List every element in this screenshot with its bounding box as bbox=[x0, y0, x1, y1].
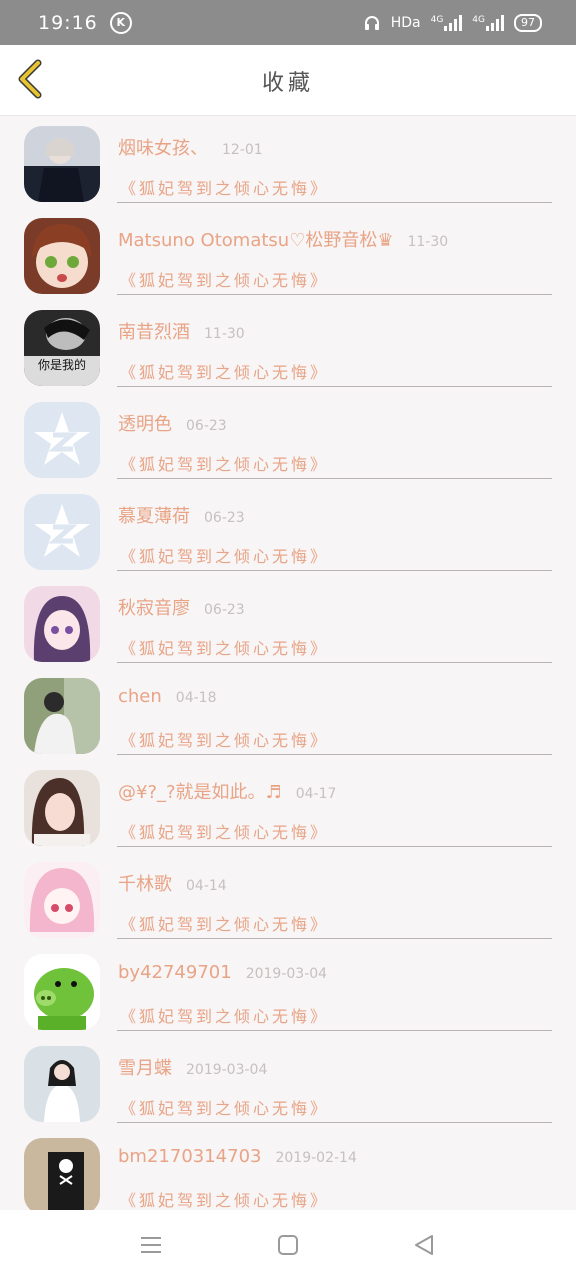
book-title: 《狐妃驾到之倾心无悔》 bbox=[120, 271, 330, 290]
divider bbox=[117, 478, 552, 479]
book-title: 《狐妃驾到之倾心无悔》 bbox=[120, 731, 330, 750]
list-item[interactable]: 透明色 06-23 《狐妃驾到之倾心无悔》 bbox=[0, 392, 576, 484]
qq-default-icon bbox=[24, 494, 100, 570]
list-item[interactable]: 千林歌 04-14 《狐妃驾到之倾心无悔》 bbox=[0, 852, 576, 944]
signal-2-icon: 4G bbox=[472, 14, 504, 31]
user-name: by42749701 bbox=[118, 962, 232, 983]
list-item[interactable]: 你是我的 南昔烈酒 11-30 《狐妃驾到之倾心无悔》 bbox=[0, 300, 576, 392]
item-date: 04-18 bbox=[175, 690, 217, 706]
avatar bbox=[24, 126, 100, 202]
list-item[interactable]: Matsuno Otomatsu♡松野音松♛ 11-30 《狐妃驾到之倾心无悔》 bbox=[0, 208, 576, 300]
list-item[interactable]: 秋寂音廖 06-23 《狐妃驾到之倾心无悔》 bbox=[0, 576, 576, 668]
avatar bbox=[24, 218, 100, 294]
avatar: 你是我的 bbox=[24, 310, 100, 386]
avatar bbox=[24, 678, 100, 754]
divider bbox=[117, 202, 552, 203]
list-item[interactable]: @¥?_?就是如此。♬ 04-17 《狐妃驾到之倾心无悔》 bbox=[0, 760, 576, 852]
user-name: 南昔烈酒 bbox=[118, 322, 190, 343]
k-badge-icon: K bbox=[109, 11, 132, 34]
hd-indicator: HDa bbox=[390, 14, 421, 31]
item-date: 04-17 bbox=[295, 786, 337, 802]
signal-1-icon: 4G bbox=[430, 14, 463, 31]
user-name: 千林歌 bbox=[118, 874, 172, 895]
avatar bbox=[24, 494, 100, 570]
list-item[interactable]: 烟味女孩、 12-01 《狐妃驾到之倾心无悔》 bbox=[0, 116, 576, 208]
item-date: 11-30 bbox=[204, 326, 245, 342]
avatar bbox=[24, 1046, 100, 1122]
item-date: 06-23 bbox=[204, 602, 245, 618]
divider bbox=[117, 846, 552, 847]
divider bbox=[117, 1122, 552, 1123]
page-title: 收藏 bbox=[261, 71, 314, 96]
book-title: 《狐妃驾到之倾心无悔》 bbox=[120, 455, 330, 474]
avatar bbox=[24, 862, 100, 938]
item-date: 11-30 bbox=[407, 234, 449, 250]
divider bbox=[117, 754, 552, 755]
back-nav-button[interactable] bbox=[411, 1232, 437, 1258]
divider bbox=[117, 1030, 552, 1031]
triangle-back-icon bbox=[415, 1235, 433, 1255]
navigation-bar bbox=[0, 1210, 576, 1280]
user-name: 慕夏薄荷 bbox=[118, 506, 190, 527]
home-button[interactable] bbox=[275, 1232, 301, 1258]
user-name: 透明色 bbox=[118, 414, 172, 435]
list-item[interactable]: 雪月蝶 2019-03-04 《狐妃驾到之倾心无悔》 bbox=[0, 1036, 576, 1128]
user-name: 烟味女孩、 bbox=[118, 138, 208, 159]
divider bbox=[117, 570, 552, 571]
item-date: 2019-02-14 bbox=[275, 1150, 357, 1166]
item-date: 2019-03-04 bbox=[245, 966, 328, 982]
user-name: 雪月蝶 bbox=[118, 1058, 172, 1079]
book-title: 《狐妃驾到之倾心无悔》 bbox=[120, 363, 330, 382]
qq-default-icon bbox=[24, 402, 100, 478]
status-time: 19:16 bbox=[38, 11, 98, 34]
item-date: 04-14 bbox=[186, 878, 227, 894]
list-item[interactable]: 慕夏薄荷 06-23 《狐妃驾到之倾心无悔》 bbox=[0, 484, 576, 576]
divider bbox=[117, 938, 552, 939]
favorites-list: 烟味女孩、 12-01 《狐妃驾到之倾心无悔》 Matsuno Otomatsu♡… bbox=[0, 116, 576, 1210]
user-name: chen bbox=[118, 686, 162, 707]
list-item[interactable]: chen 04-18 《狐妃驾到之倾心无悔》 bbox=[0, 668, 576, 760]
book-title: 《狐妃驾到之倾心无悔》 bbox=[120, 823, 330, 842]
avatar bbox=[24, 586, 100, 662]
book-title: 《狐妃驾到之倾心无悔》 bbox=[120, 1191, 330, 1210]
avatar bbox=[24, 954, 100, 1030]
list-item[interactable]: bm2170314703 2019-02-14 《狐妃驾到之倾心无悔》 bbox=[0, 1128, 576, 1210]
net-label-1: 4G bbox=[430, 14, 444, 25]
item-date: 2019-03-04 bbox=[186, 1062, 268, 1078]
menu-icon bbox=[141, 1237, 161, 1253]
menu-button[interactable] bbox=[138, 1232, 164, 1258]
book-title: 《狐妃驾到之倾心无悔》 bbox=[120, 639, 330, 658]
headset-icon bbox=[364, 15, 379, 30]
title-bar: 收藏 bbox=[0, 45, 576, 116]
item-date: 12-01 bbox=[222, 142, 263, 158]
avatar-caption: 你是我的 bbox=[37, 358, 86, 372]
user-name: 秋寂音廖 bbox=[118, 598, 190, 619]
battery-icon: 97 bbox=[514, 13, 542, 32]
avatar bbox=[24, 402, 100, 478]
avatar bbox=[24, 770, 100, 846]
book-title: 《狐妃驾到之倾心无悔》 bbox=[120, 1099, 330, 1118]
item-date: 06-23 bbox=[186, 418, 227, 434]
book-title: 《狐妃驾到之倾心无悔》 bbox=[120, 915, 330, 934]
list-item[interactable]: by42749701 2019-03-04 《狐妃驾到之倾心无悔》 bbox=[0, 944, 576, 1036]
book-title: 《狐妃驾到之倾心无悔》 bbox=[120, 1007, 330, 1026]
avatar bbox=[24, 1138, 100, 1210]
user-name: bm2170314703 bbox=[118, 1146, 262, 1167]
status-bar: 19:16 K HDa 4G 4G 97 bbox=[0, 0, 576, 45]
net-label-2: 4G bbox=[472, 14, 485, 25]
divider bbox=[117, 386, 552, 387]
book-title: 《狐妃驾到之倾心无悔》 bbox=[120, 179, 330, 198]
home-square-icon bbox=[278, 1235, 298, 1255]
status-indicators: HDa 4G 4G 97 bbox=[363, 13, 542, 32]
user-name: Matsuno Otomatsu♡松野音松♛ bbox=[118, 230, 394, 251]
user-name: @¥?_?就是如此。♬ bbox=[118, 782, 282, 803]
item-date: 06-23 bbox=[204, 510, 245, 526]
divider bbox=[117, 294, 552, 295]
divider bbox=[117, 662, 552, 663]
book-title: 《狐妃驾到之倾心无悔》 bbox=[120, 547, 330, 566]
